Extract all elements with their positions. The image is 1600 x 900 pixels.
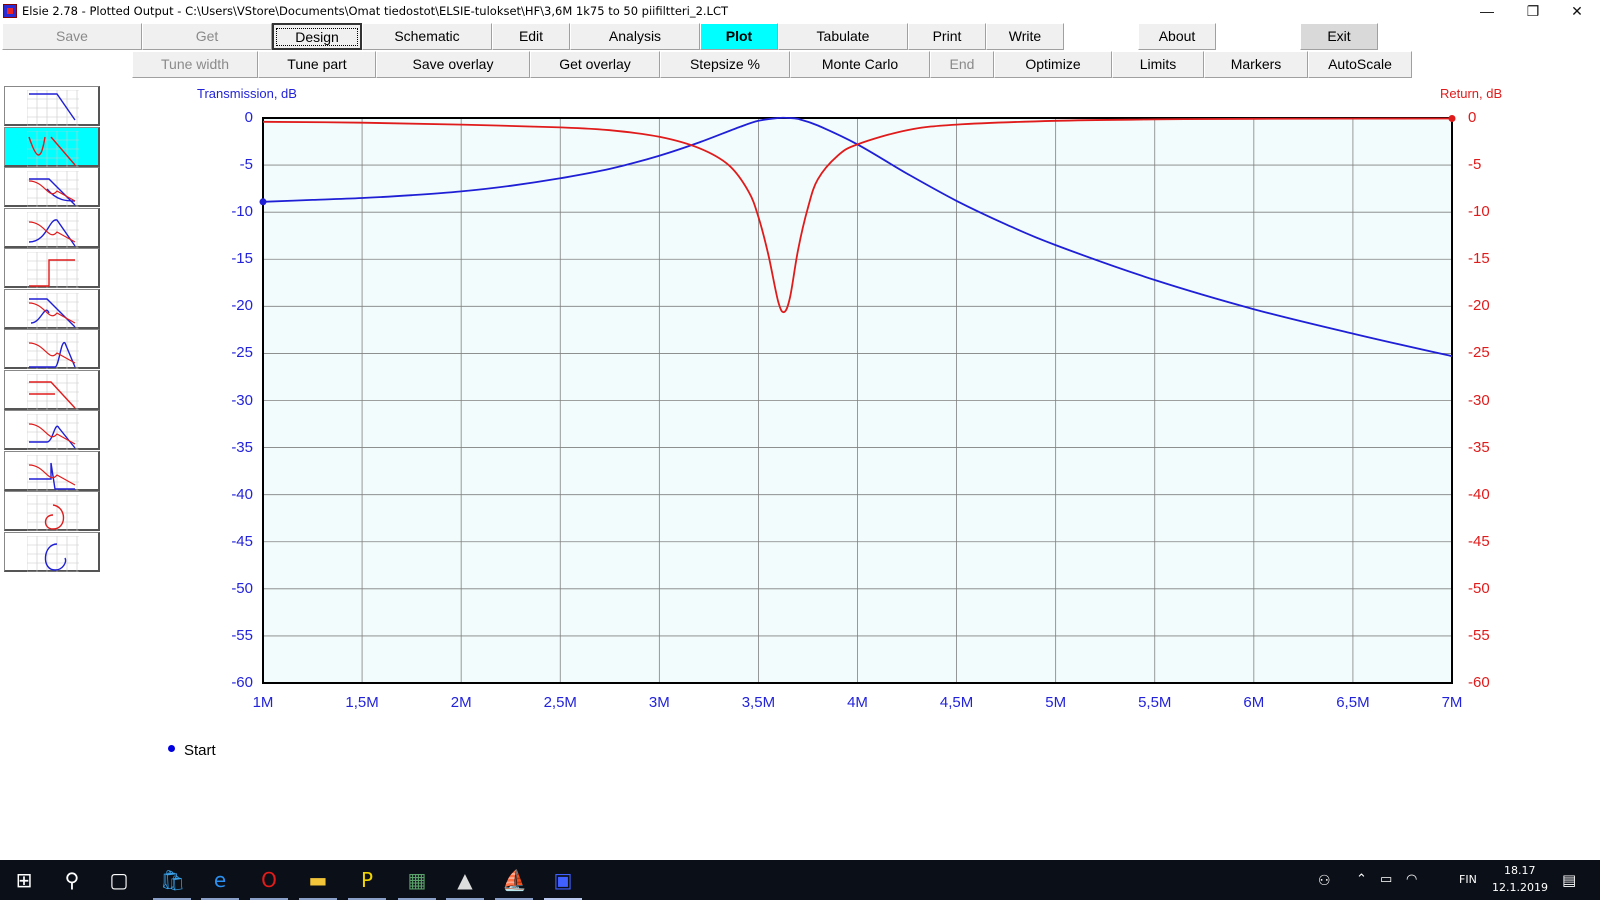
y-tick-left: -50 [231, 579, 253, 597]
y-tick-left: -25 [231, 344, 253, 362]
calculator-icon[interactable]: ▦ [405, 868, 429, 892]
x-tick-label: 1M [252, 694, 274, 711]
app-icon[interactable]: ⛵ [502, 868, 527, 892]
x-tick-label: 6M [1243, 694, 1265, 711]
x-tick-label: 2,5M [543, 694, 577, 711]
search-icon[interactable]: ⚲ [60, 868, 84, 892]
start-icon[interactable]: ⊞ [12, 868, 36, 892]
y-tick-left: -60 [231, 674, 253, 691]
windows-taskbar: ⊞ ⚲ ▢ 🛍 e O ▬ P ▦ ▲ ⛵ ▣ ⚇ ⌃ ▭ ◠ FIN 18.17 12.1.2019… [0, 860, 1600, 900]
clock-date[interactable]: 12.1.2019 [1492, 881, 1548, 894]
x-tick-label: 2M [450, 694, 472, 711]
y-tick-right: -15 [1468, 250, 1490, 268]
elsie-icon[interactable]: ▣ [551, 868, 575, 892]
y-tick-left: -15 [231, 250, 253, 268]
edge-icon[interactable]: e [208, 868, 232, 892]
y-tick-right: -20 [1468, 297, 1490, 315]
legend-start-label: Start [184, 742, 216, 759]
x-tick-label: 1,5M [345, 694, 379, 711]
task-view-icon[interactable]: ▢ [107, 868, 131, 892]
transmission-start-marker [259, 198, 267, 206]
y-tick-right: -50 [1468, 579, 1490, 597]
x-tick-label: 3,5M [741, 694, 776, 711]
photos-icon[interactable]: ▲ [453, 868, 477, 892]
x-tick-label: 5M [1045, 694, 1067, 711]
plot-area: Transmission, dB Return, dB 0 -5 -10 -15 -20… [0, 0, 1600, 860]
y-tick-right: 0 [1468, 109, 1477, 126]
x-tick-label: 7M [1441, 694, 1463, 711]
return-end-marker [1448, 114, 1456, 122]
y-tick-left: -55 [231, 626, 253, 644]
y-tick-left: -5 [239, 156, 253, 174]
x-tick-label: 4M [847, 694, 868, 711]
x-tick-label: 4,5M [939, 694, 974, 711]
y-tick-right: -40 [1468, 485, 1490, 503]
y-tick-right: -55 [1468, 626, 1490, 644]
y-tick-right: -60 [1468, 674, 1490, 691]
chevron-up-icon[interactable]: ⌃ [1356, 872, 1367, 887]
notifications-icon[interactable]: ▤ [1562, 871, 1576, 889]
wifi-icon[interactable]: ◠ [1406, 872, 1417, 887]
y-tick-left: -20 [231, 297, 253, 315]
x-tick-label: 5,5M [1138, 694, 1172, 711]
x-tick-label: 6,5M [1336, 694, 1370, 711]
pdf-icon[interactable]: P [355, 868, 379, 892]
y-tick-left: -30 [231, 391, 253, 409]
y-tick-left: -35 [231, 438, 253, 456]
store-icon[interactable]: 🛍 [160, 868, 185, 892]
y-tick-right: -10 [1468, 203, 1490, 221]
people-icon[interactable]: ⚇ [1318, 873, 1331, 889]
y-tick-left: -45 [231, 532, 253, 550]
opera-icon[interactable]: O [257, 868, 281, 892]
y-tick-right: -5 [1468, 156, 1482, 174]
y-tick-right: -45 [1468, 532, 1490, 550]
language-indicator[interactable]: FIN [1459, 873, 1477, 886]
clock-time[interactable]: 18.17 [1504, 864, 1536, 877]
start-marker-dot [168, 745, 175, 752]
y-tick-right: -30 [1468, 391, 1490, 409]
x-tick-label: 3M [648, 694, 670, 711]
battery-icon[interactable]: ▭ [1380, 872, 1392, 887]
y-tick-left: -40 [231, 485, 253, 503]
y-tick-right: -25 [1468, 344, 1490, 362]
file-explorer-icon[interactable]: ▬ [306, 868, 330, 892]
y-tick-right: -35 [1468, 438, 1490, 456]
y-tick-left: -10 [231, 203, 253, 221]
y-tick-left: 0 [244, 109, 253, 126]
